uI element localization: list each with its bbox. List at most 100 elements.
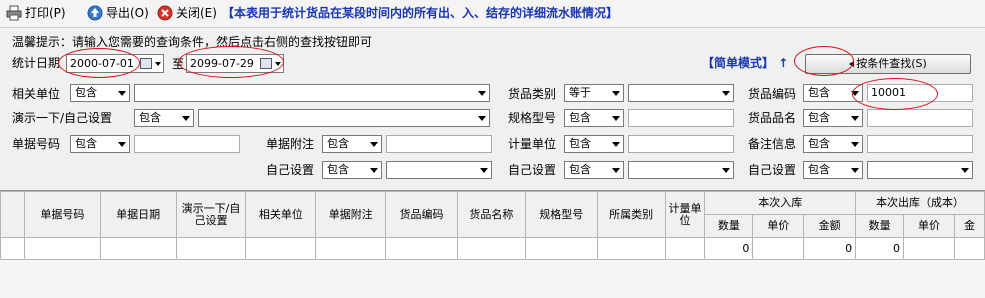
table-cell[interactable] (596, 237, 666, 260)
hint-text: 温馨提示：请输入您需要的查询条件，然后点击右侧的查找按钮即可 (12, 35, 373, 49)
doc-note-input[interactable] (386, 135, 492, 153)
unit-label: 计量单位 (508, 137, 557, 151)
col-header[interactable]: 单据日期 (99, 191, 177, 238)
chevron-down-icon (612, 168, 620, 173)
col-header[interactable]: 单价 (752, 214, 805, 238)
col-header[interactable]: 数量 (704, 214, 754, 238)
table-cell[interactable] (456, 237, 526, 260)
table-cell[interactable] (99, 237, 177, 260)
table-row[interactable]: 0 0 0 (0, 237, 985, 260)
print-label: 打印(P) (25, 6, 66, 20)
table-cell[interactable] (752, 237, 805, 260)
calendar-icon[interactable] (140, 58, 152, 69)
item-name-op-value: 包含 (808, 111, 830, 124)
item-name-op[interactable]: 包含 (803, 109, 863, 127)
chevron-down-icon[interactable] (155, 62, 161, 66)
grid-empty-area (0, 260, 985, 298)
custom1-input[interactable] (386, 161, 492, 179)
col-header[interactable]: 相关单位 (245, 191, 317, 238)
table-cell[interactable] (953, 237, 985, 260)
remark-label: 备注信息 (748, 137, 797, 151)
simple-mode-link[interactable]: 【简单模式】 ↑ (702, 54, 788, 71)
start-date-field[interactable]: 2000-07-01 (66, 54, 164, 73)
results-grid: 单据号码 单据日期 演示一下/自己设置 相关单位 单据附注 货品编码 货品名称 … (0, 190, 985, 298)
table-cell[interactable] (23, 237, 101, 260)
table-cell[interactable]: 0 (855, 237, 905, 260)
chevron-down-icon (370, 168, 378, 173)
remark-input[interactable] (867, 135, 973, 153)
col-header[interactable]: 所属类别 (596, 191, 666, 238)
custom3-op[interactable]: 包含 (803, 161, 863, 179)
item-name-input[interactable] (867, 109, 973, 127)
export-button[interactable]: 导出(O) (87, 4, 149, 22)
doc-number-input[interactable] (134, 135, 240, 153)
group-header-out: 本次出库（成本） (855, 191, 985, 215)
col-header[interactable]: 货品名称 (456, 191, 526, 238)
table-cell[interactable] (524, 237, 598, 260)
print-button[interactable]: 打印(P) (6, 4, 66, 22)
custom1-op[interactable]: 包含 (322, 161, 382, 179)
remark-op[interactable]: 包含 (803, 135, 863, 153)
category-op[interactable]: 等于 (564, 84, 624, 102)
close-icon (157, 5, 173, 21)
search-button[interactable]: 按条件查找(S) (805, 54, 971, 74)
close-label: 关闭(E) (176, 6, 217, 20)
category-op-value: 等于 (569, 86, 591, 99)
col-header[interactable]: 计量单位 (664, 191, 706, 238)
custom2-input[interactable] (628, 161, 734, 179)
chevron-down-icon (612, 116, 620, 121)
col-header[interactable]: 单据附注 (315, 191, 387, 238)
col-header[interactable]: 金额 (803, 214, 857, 238)
col-header[interactable]: 数量 (855, 214, 905, 238)
table-cell[interactable] (175, 237, 247, 260)
category-label: 货品类别 (508, 87, 557, 101)
chevron-down-icon (480, 168, 488, 173)
custom3-input[interactable] (867, 161, 973, 179)
doc-number-op[interactable]: 包含 (70, 135, 130, 153)
table-cell[interactable] (385, 237, 458, 260)
unit-op-value: 包含 (569, 137, 591, 150)
unit-op[interactable]: 包含 (564, 135, 624, 153)
doc-note-op[interactable]: 包含 (322, 135, 382, 153)
col-header[interactable]: 演示一下/自己设置 (175, 191, 247, 238)
chevron-down-icon[interactable] (275, 62, 281, 66)
category-input[interactable] (628, 84, 734, 102)
table-cell[interactable]: 0 (803, 237, 857, 260)
chevron-down-icon (851, 116, 859, 121)
calendar-icon[interactable] (260, 58, 272, 69)
item-code-input[interactable]: 10001 (867, 84, 973, 102)
item-code-op[interactable]: 包含 (803, 84, 863, 102)
model-op[interactable]: 包含 (564, 109, 624, 127)
demo-setting-op[interactable]: 包含 (134, 109, 194, 127)
col-header[interactable]: 货品编码 (385, 191, 458, 238)
chevron-down-icon (478, 116, 486, 121)
table-cell[interactable] (245, 237, 317, 260)
related-unit-input[interactable] (134, 84, 490, 102)
col-header[interactable]: 金 (953, 214, 985, 238)
table-cell[interactable]: 0 (704, 237, 754, 260)
related-unit-op-value: 包含 (75, 86, 97, 99)
item-code-value: 10001 (871, 86, 906, 99)
table-cell[interactable] (903, 237, 955, 260)
custom1-op-value: 包含 (327, 163, 349, 176)
chevron-down-icon (118, 142, 126, 147)
table-cell[interactable] (315, 237, 387, 260)
demo-setting-input[interactable] (198, 109, 490, 127)
chevron-down-icon (612, 142, 620, 147)
chevron-down-icon (961, 168, 969, 173)
demo-setting-label: 演示一下/自己设置 (12, 111, 113, 125)
end-date-field[interactable]: 2099-07-29 (186, 54, 284, 73)
table-cell[interactable] (664, 237, 706, 260)
row-selector[interactable] (0, 237, 25, 260)
remark-op-value: 包含 (808, 137, 830, 150)
model-input[interactable] (628, 109, 734, 127)
unit-input[interactable] (628, 135, 734, 153)
col-header[interactable]: 单价 (903, 214, 955, 238)
custom2-op[interactable]: 包含 (564, 161, 624, 179)
date-range-label: 统计日期 (12, 56, 61, 70)
col-header[interactable]: 规格型号 (524, 191, 598, 238)
chevron-down-icon (370, 142, 378, 147)
close-button[interactable]: 关闭(E) (157, 4, 217, 22)
col-header[interactable]: 单据号码 (23, 191, 101, 238)
related-unit-op[interactable]: 包含 (70, 84, 130, 102)
